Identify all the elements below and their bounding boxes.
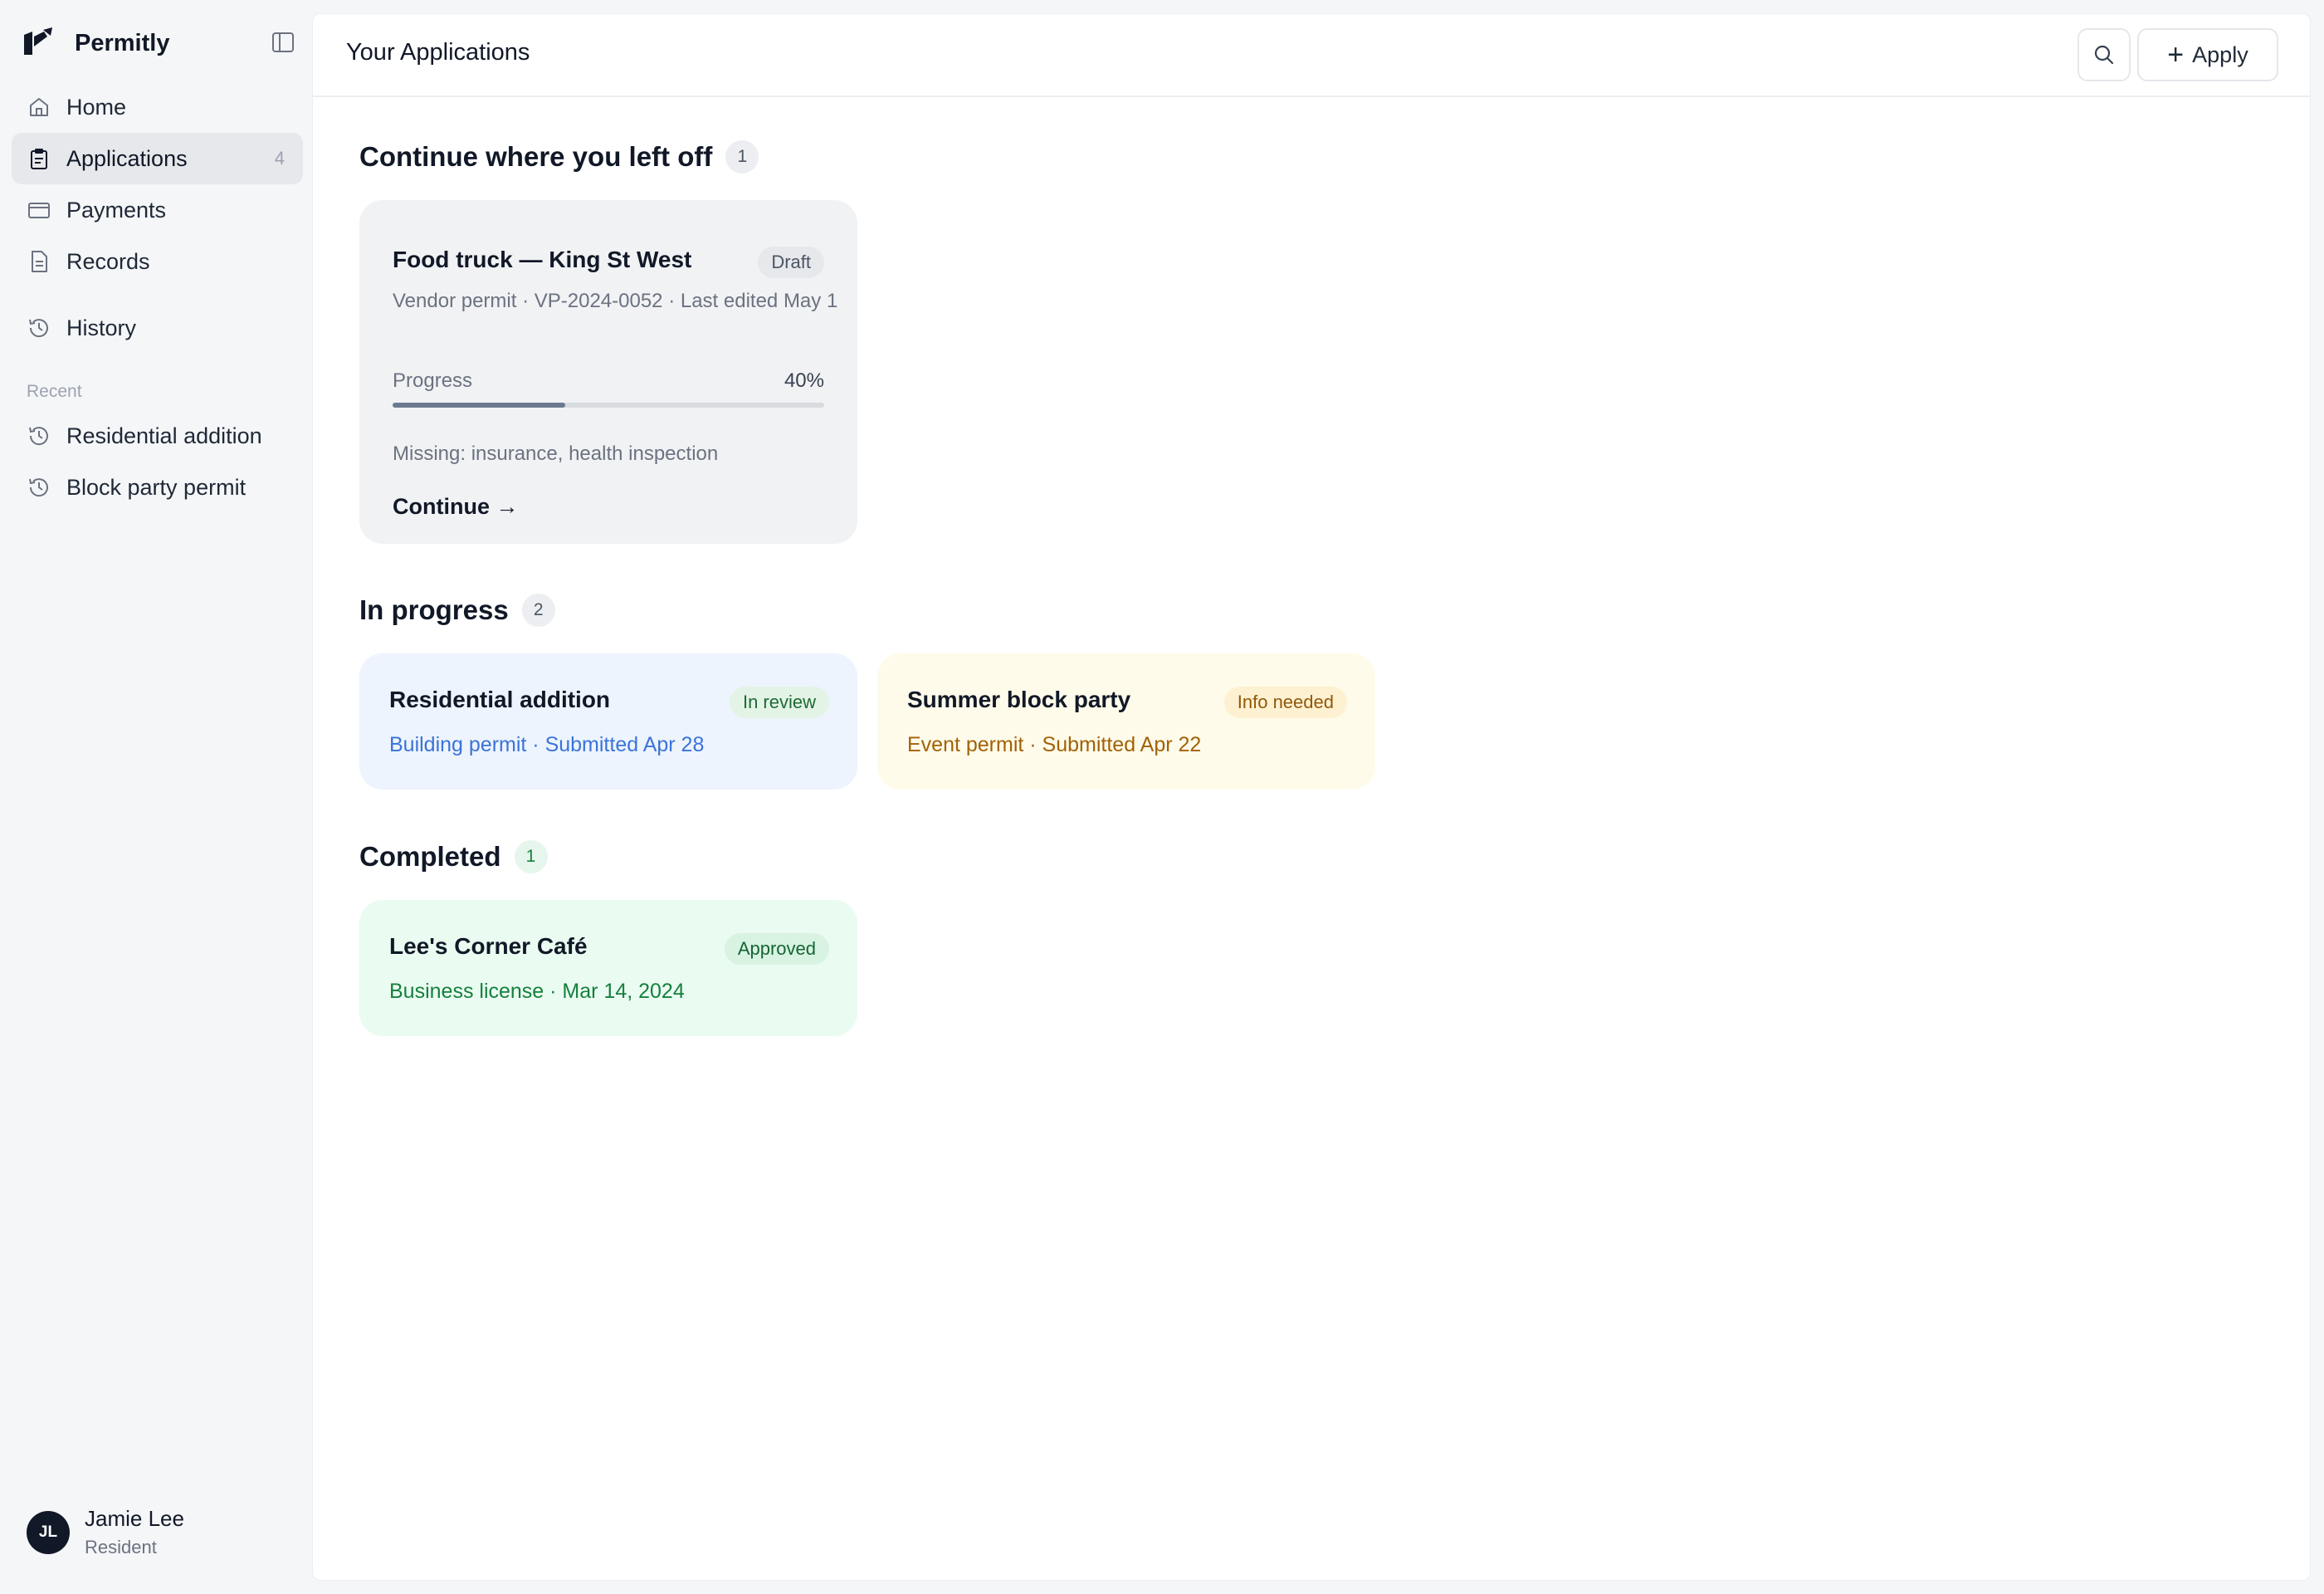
history-icon xyxy=(29,478,48,497)
clipboard-icon xyxy=(31,149,47,169)
card-title: Summer block party xyxy=(907,687,1131,712)
recent-item-label: Block party permit xyxy=(66,474,247,500)
progress-value: 40% xyxy=(784,369,824,392)
recent-item-label: Residential addition xyxy=(66,423,262,448)
sidebar-toggle-icon[interactable] xyxy=(271,30,295,55)
applications-count: 4 xyxy=(274,148,285,169)
card-title: Lee's Corner Café xyxy=(389,933,588,959)
application-card-lees-corner-cafe[interactable]: Lee's Corner Café Approved Business lice… xyxy=(359,900,857,1036)
apply-button[interactable]: + Apply xyxy=(2137,28,2278,81)
application-card-residential-addition[interactable]: Residential addition In review Building … xyxy=(359,653,857,790)
sidebar-item-history[interactable]: History xyxy=(12,302,303,354)
section-title: In progress xyxy=(359,594,509,625)
progress-bar xyxy=(393,403,824,408)
user-profile[interactable]: JL Jamie Lee Resident xyxy=(27,1506,184,1558)
progress-fill xyxy=(393,403,565,408)
sidebar-item-label: Applications xyxy=(66,145,188,171)
apply-label: Apply xyxy=(2192,42,2248,67)
search-icon xyxy=(2094,45,2114,65)
sidebar-nav: Home Applications 4 Payments Records His… xyxy=(12,81,303,354)
card-subtitle: Event permit · Submitted Apr 22 xyxy=(907,733,1202,756)
main-panel: Your Applications + Apply Continue where… xyxy=(312,13,2311,1581)
user-role: Resident xyxy=(85,1537,157,1557)
sidebar-item-home[interactable]: Home xyxy=(12,81,303,133)
sidebar-item-label: History xyxy=(66,315,137,340)
user-name: Jamie Lee xyxy=(85,1506,184,1531)
app-name: Permitly xyxy=(75,29,170,56)
header: Your Applications + Apply xyxy=(313,14,2310,97)
sidebar-item-records[interactable]: Records xyxy=(12,236,303,287)
card-title: Food truck — King St West xyxy=(393,247,692,272)
count-badge: 1 xyxy=(514,840,548,873)
status-badge: In review xyxy=(729,687,829,718)
history-icon xyxy=(29,319,48,338)
completed-section-header: Completed 1 xyxy=(359,840,548,873)
sidebar-item-label: Payments xyxy=(66,197,167,222)
count-badge: 1 xyxy=(725,140,759,174)
continue-section-header: Continue where you left off 1 xyxy=(359,140,759,174)
avatar: JL xyxy=(27,1510,70,1554)
continue-link[interactable]: Continue → xyxy=(393,494,518,520)
status-badge: Approved xyxy=(724,933,829,965)
application-card-summer-block-party[interactable]: Summer block party Info needed Event per… xyxy=(877,653,1375,790)
sidebar: Permitly Home Applications 4 Payments Re… xyxy=(0,0,311,1594)
card-meta: Vendor permit · VP-2024-0052 · Last edit… xyxy=(393,290,838,312)
card-subtitle: Business license · Mar 14, 2024 xyxy=(389,980,685,1003)
card-title: Residential addition xyxy=(389,687,611,712)
in-progress-section-header: In progress 2 xyxy=(359,594,555,627)
status-badge: Info needed xyxy=(1223,687,1347,718)
brand[interactable]: Permitly xyxy=(22,25,295,61)
section-title: Continue where you left off xyxy=(359,141,713,172)
nav-divider xyxy=(12,287,303,302)
home-icon xyxy=(30,98,48,116)
sidebar-item-label: Home xyxy=(66,94,127,120)
recent-list: Residential addition Block party permit xyxy=(12,410,303,513)
recent-heading: Recent xyxy=(27,382,82,401)
recent-item-block-party-permit[interactable]: Block party permit xyxy=(12,462,303,513)
recent-item-residential-addition[interactable]: Residential addition xyxy=(12,410,303,462)
permitly-logo-icon xyxy=(24,27,52,55)
document-icon xyxy=(32,251,47,272)
missing-items: Missing: insurance, health inspection xyxy=(393,443,719,465)
user-info: Jamie Lee Resident xyxy=(85,1506,184,1558)
status-badge: Draft xyxy=(758,247,824,278)
plus-icon: + xyxy=(2167,39,2185,71)
sidebar-item-applications[interactable]: Applications 4 xyxy=(12,133,303,184)
progress-label: Progress xyxy=(393,369,473,392)
count-badge: 2 xyxy=(521,594,555,627)
credit-card-icon xyxy=(28,203,50,218)
history-icon xyxy=(29,427,48,446)
page-title: Your Applications xyxy=(346,39,530,66)
card-subtitle: Building permit · Submitted Apr 28 xyxy=(389,733,705,756)
sidebar-item-payments[interactable]: Payments xyxy=(12,184,303,236)
sidebar-item-label: Records xyxy=(66,248,150,274)
draft-application-card[interactable]: Food truck — King St West Draft Vendor p… xyxy=(359,200,857,544)
section-title: Completed xyxy=(359,841,501,872)
search-button[interactable] xyxy=(2077,28,2131,81)
